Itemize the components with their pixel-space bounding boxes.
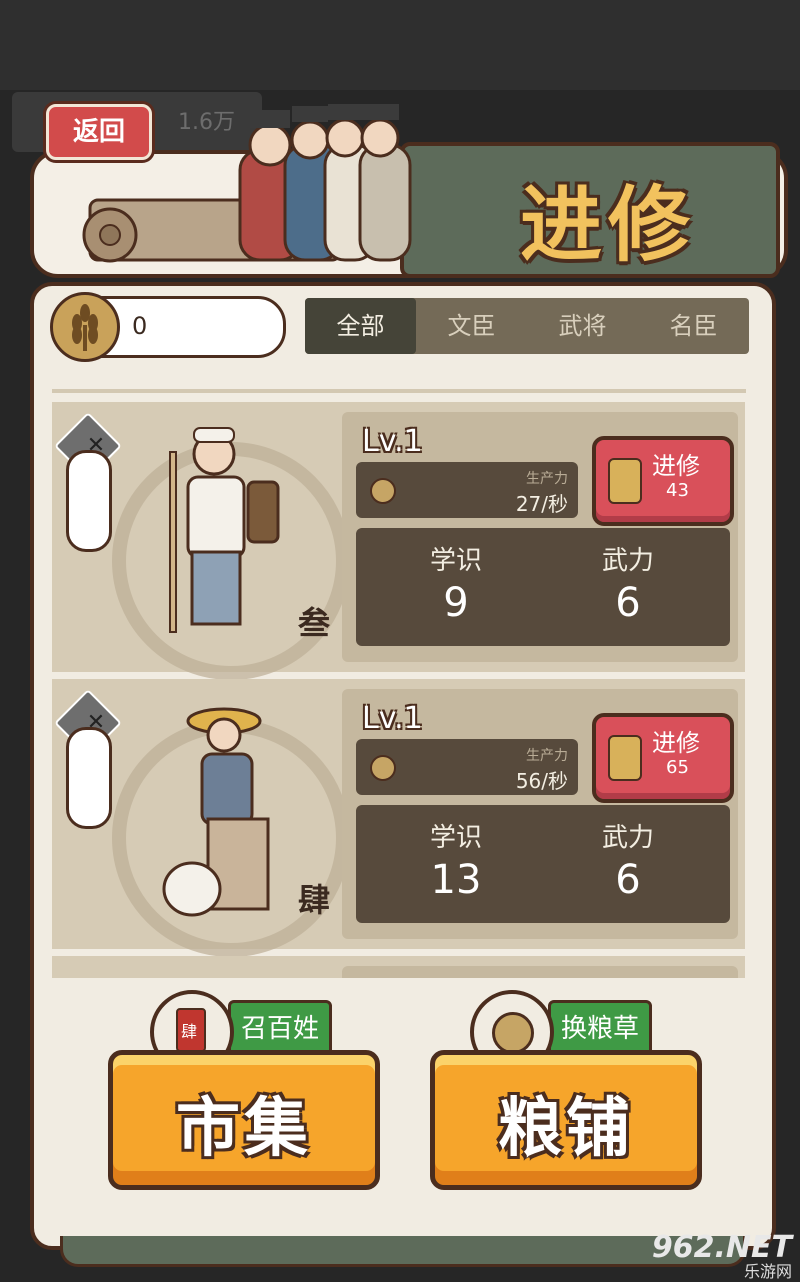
character-name-label: 叁 <box>298 604 331 642</box>
level-label: Lv.1 <box>362 424 423 459</box>
knowledge-value: 13 <box>430 857 482 903</box>
level-label: Lv.1 <box>362 701 423 736</box>
background-strip <box>0 0 800 90</box>
stats-box: 学识 9 武力 6 <box>356 528 730 646</box>
train-button[interactable]: 进修 65 <box>592 713 734 803</box>
train-button[interactable]: 进修 43 <box>592 436 734 526</box>
coin-icon <box>370 478 396 504</box>
force-value: 6 <box>615 857 641 903</box>
production-box: 生产力 27/秒 <box>356 462 578 518</box>
progress-bar <box>66 450 112 552</box>
page-title: 进修 <box>520 178 697 273</box>
production-box: 生产力 56/秒 <box>356 739 578 795</box>
tab-civil[interactable]: 文臣 <box>416 298 527 354</box>
watermark-subtitle: 乐游网 <box>743 1262 792 1281</box>
train-cost: 43 <box>666 480 689 501</box>
character-card: ✕ 肆 Lv.1 生产力 56/秒 进修 65 学识 13 武力 6 <box>52 679 745 957</box>
stats-box: 学识 13 武力 6 <box>356 805 730 923</box>
granary-button-label: 粮铺 <box>498 1092 634 1166</box>
production-label: 生产力 <box>526 748 568 764</box>
coin-icon <box>370 755 396 781</box>
divider <box>52 389 746 393</box>
wheat-icon <box>608 458 642 504</box>
wheat-icon <box>608 735 642 781</box>
progress-bar <box>66 727 112 829</box>
train-button-label: 进修 <box>652 452 700 480</box>
tab-famous[interactable]: 名臣 <box>638 298 749 354</box>
production-label: 生产力 <box>526 471 568 487</box>
seal-badge: 肆 <box>176 1008 206 1052</box>
tab-military[interactable]: 武将 <box>527 298 638 354</box>
seal-text: 肆 <box>181 1022 198 1041</box>
production-value: 27/秒 <box>515 492 568 516</box>
category-tabs: 全部 文臣 武将 名臣 <box>305 298 749 354</box>
granary-button[interactable]: 粮铺 <box>430 1050 702 1190</box>
knowledge-label: 学识 <box>429 546 482 576</box>
production-value: 56/秒 <box>515 769 568 793</box>
character-card-partial <box>52 956 745 978</box>
scholar-figures <box>238 104 412 262</box>
force-label: 武力 <box>601 546 654 576</box>
panel-footer <box>60 1236 746 1267</box>
force-value: 6 <box>615 580 641 626</box>
market-button-label: 市集 <box>176 1092 312 1166</box>
back-button[interactable]: 返回 <box>46 104 152 160</box>
tab-all[interactable]: 全部 <box>305 298 416 354</box>
knowledge-label: 学识 <box>429 823 482 853</box>
knowledge-value: 9 <box>443 580 469 626</box>
grain-value: 0 <box>132 312 148 340</box>
train-cost: 65 <box>666 757 689 778</box>
copper-coin <box>492 1012 534 1054</box>
character-card: ✕ 叁 Lv.1 生产力 27/秒 进修 43 学识 9 武力 6 <box>52 402 745 680</box>
train-button-label: 进修 <box>652 729 700 757</box>
force-label: 武力 <box>601 823 654 853</box>
wheat-icon <box>50 292 120 362</box>
market-button[interactable]: 市集 <box>108 1050 380 1190</box>
character-name-label: 肆 <box>298 881 331 919</box>
card-info-panel <box>342 966 738 978</box>
